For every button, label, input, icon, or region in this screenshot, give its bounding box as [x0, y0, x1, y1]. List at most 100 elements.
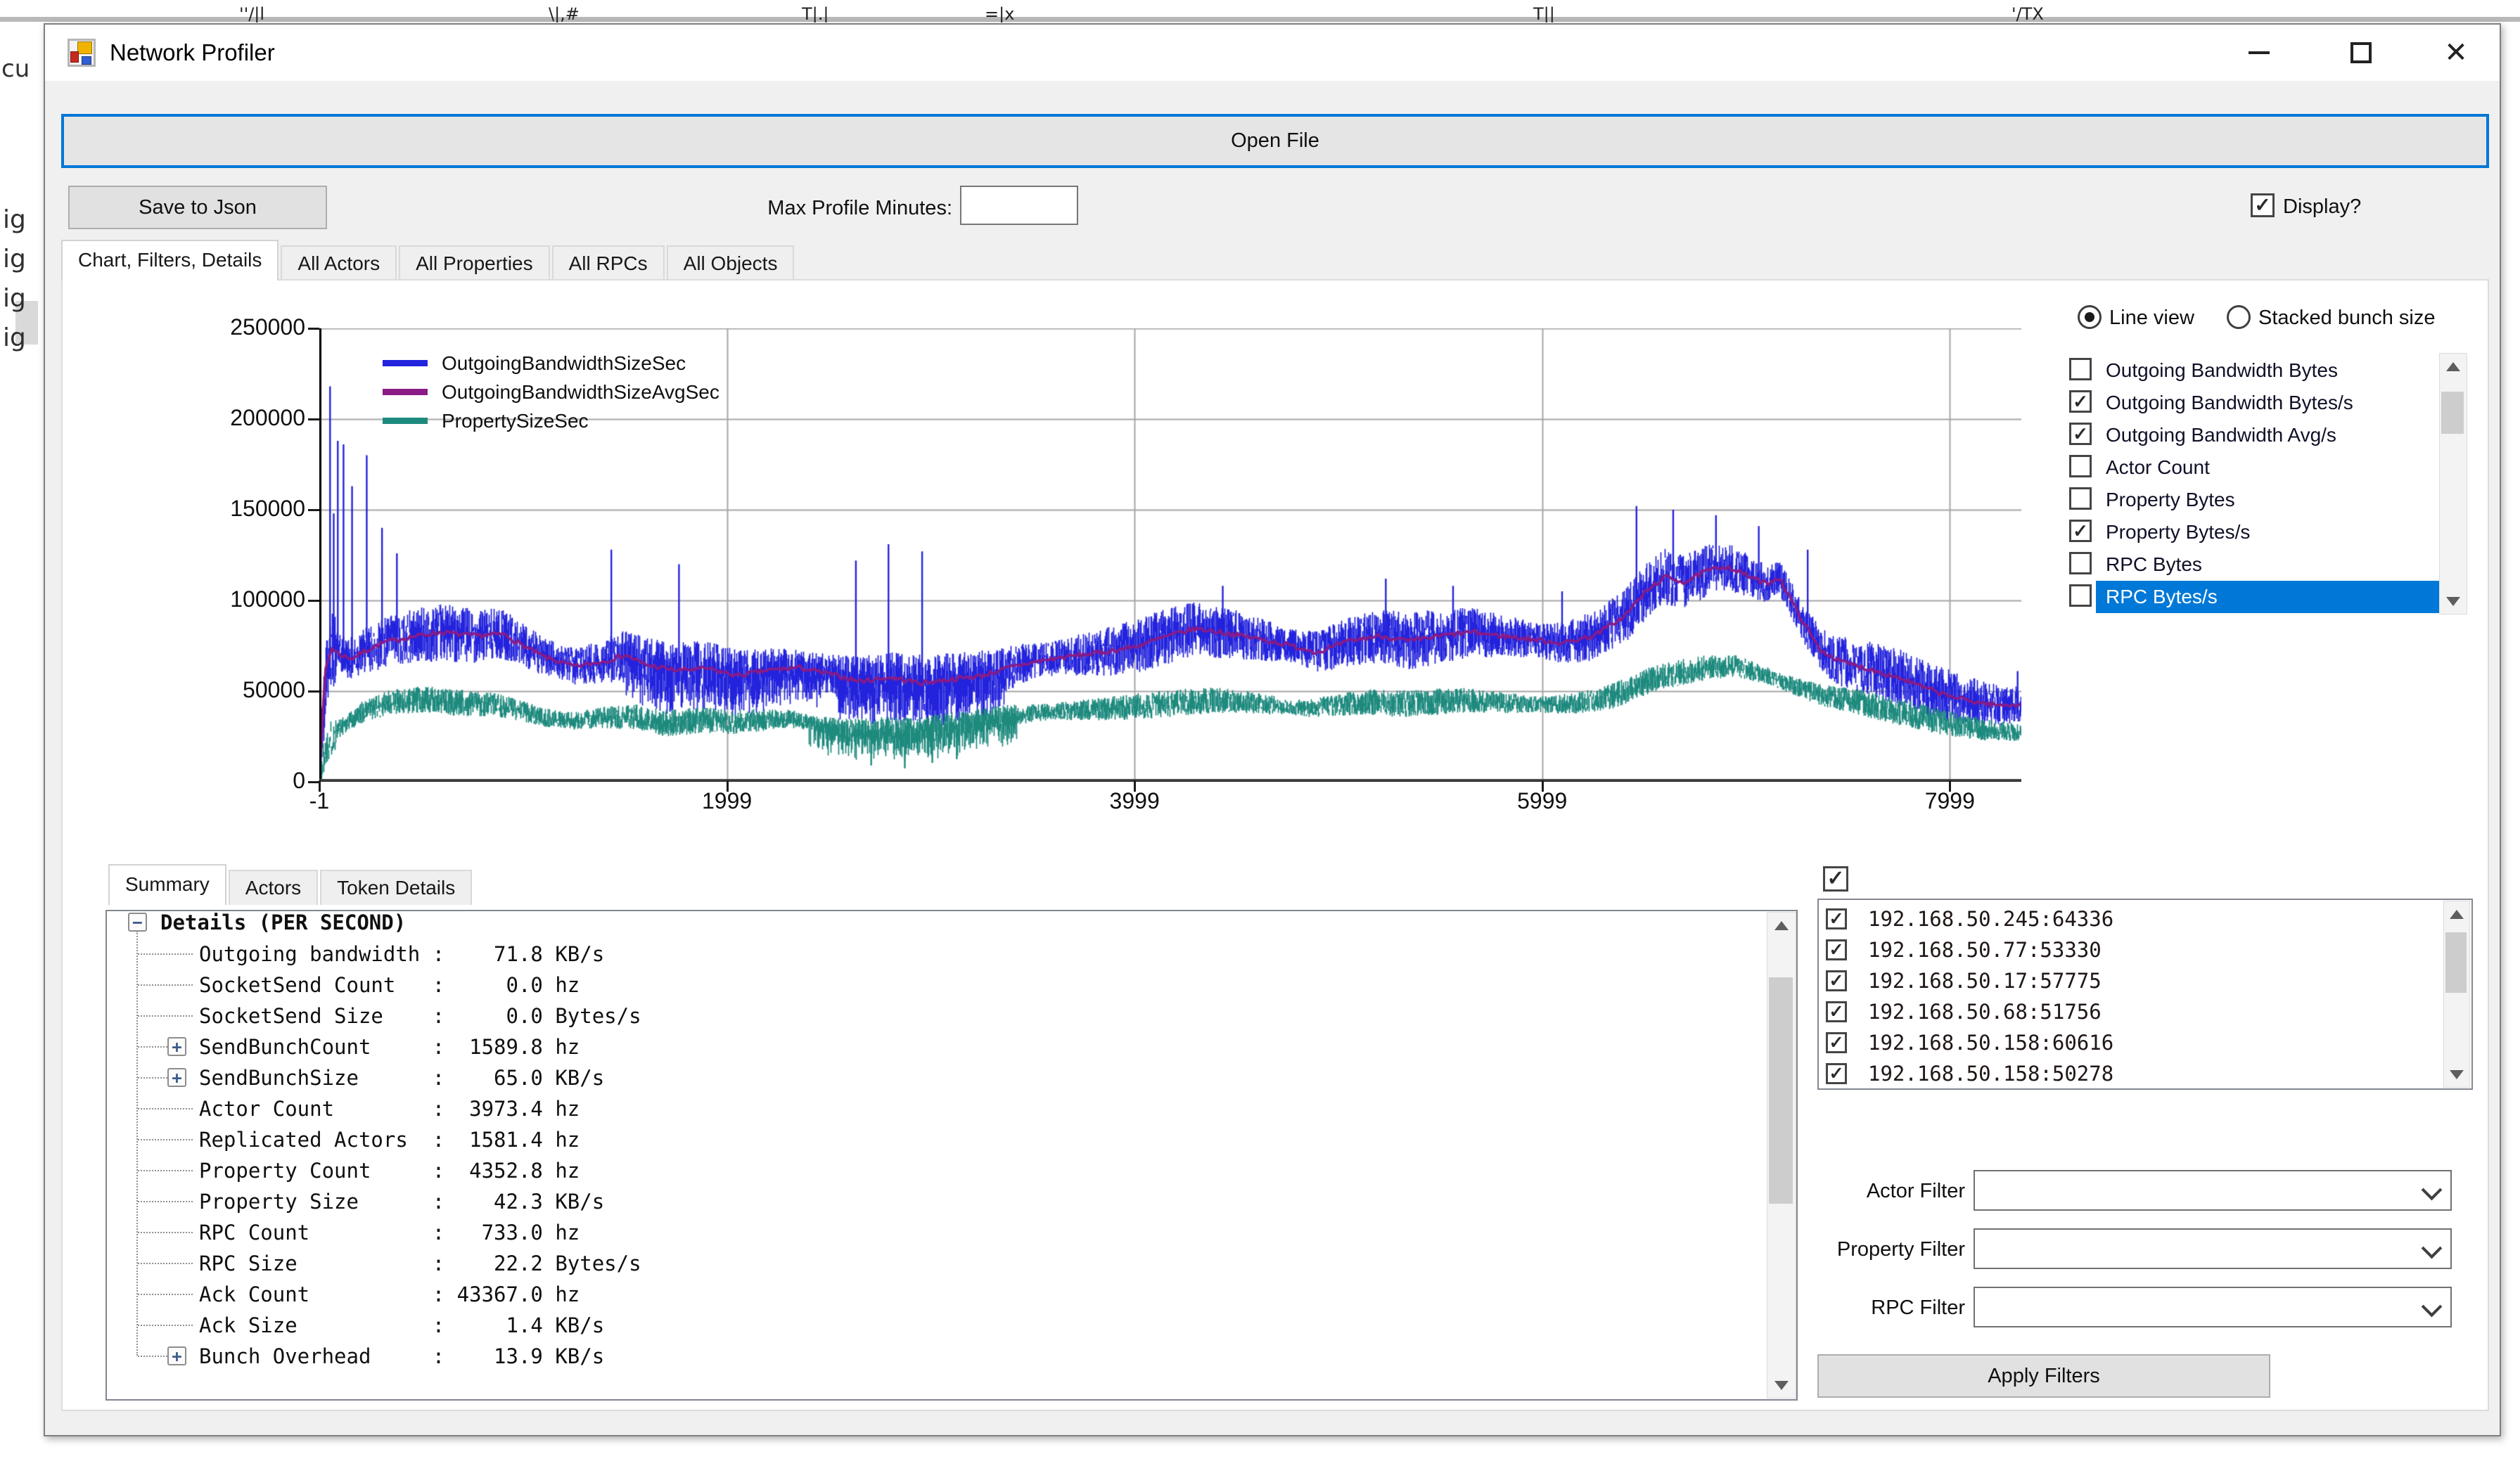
- scroll-down-icon: [2446, 597, 2460, 606]
- scrollbar-thumb[interactable]: [2445, 932, 2467, 993]
- tree-scrollbar[interactable]: [1767, 912, 1796, 1398]
- tab-all-actors[interactable]: All Actors: [281, 245, 397, 281]
- tree-item[interactable]: Outgoing bandwidth : 71.8 KB/s: [199, 944, 604, 965]
- connection-checkbox[interactable]: [1826, 1001, 1847, 1022]
- x-axis-tick-label: 3999: [1075, 788, 1194, 814]
- tree-item[interactable]: Bunch Overhead : 13.9 KB/s: [199, 1346, 604, 1367]
- detail-tab-actors[interactable]: Actors: [229, 870, 318, 905]
- tree-item[interactable]: SendBunchCount : 1589.8 hz: [199, 1036, 580, 1057]
- series-checkbox[interactable]: [2069, 423, 2092, 445]
- tree-item[interactable]: Replicated Actors : 1581.4 hz: [199, 1129, 580, 1150]
- scrollbar-thumb[interactable]: [1769, 977, 1793, 1204]
- background-text-fragment: cu: [1, 55, 30, 83]
- expand-icon[interactable]: +: [167, 1037, 186, 1056]
- y-axis-tick: [308, 600, 319, 602]
- scroll-up-button[interactable]: [2440, 354, 2467, 379]
- expand-icon[interactable]: +: [167, 1346, 186, 1365]
- tree-connector: [138, 1263, 193, 1264]
- x-axis-tick-label: 5999: [1483, 788, 1602, 814]
- maximize-icon: [2350, 42, 2372, 63]
- tree-item[interactable]: Actor Count : 3973.4 hz: [199, 1098, 580, 1119]
- scrollbar-thumb[interactable]: [2441, 392, 2464, 434]
- max-profile-minutes-input[interactable]: [960, 186, 1078, 225]
- y-axis-tick-label: 250000: [165, 314, 305, 340]
- connection-checkbox[interactable]: [1826, 908, 1847, 930]
- max-profile-minutes-label: Max Profile Minutes:: [741, 197, 952, 220]
- series-label[interactable]: Outgoing Bandwidth Bytes/s: [2106, 389, 2353, 417]
- scroll-up-button[interactable]: [2444, 901, 2469, 927]
- maximize-button[interactable]: [2320, 25, 2402, 81]
- legend-entry: OutgoingBandwidthSizeAvgSec: [383, 378, 719, 406]
- radio-line-view[interactable]: [2078, 305, 2102, 329]
- series-label[interactable]: RPC Bytes/s: [2106, 583, 2218, 611]
- filter-combobox-actor[interactable]: [1974, 1170, 2452, 1211]
- scroll-down-button[interactable]: [1767, 1372, 1796, 1398]
- tree-item[interactable]: Ack Count : 43367.0 hz: [199, 1284, 580, 1305]
- apply-filters-button[interactable]: Apply Filters: [1817, 1354, 2270, 1398]
- checklist-scrollbar[interactable]: [2439, 353, 2467, 615]
- connection-address[interactable]: 192.168.50.17:57775: [1868, 969, 2102, 993]
- series-label[interactable]: RPC Bytes: [2106, 551, 2202, 579]
- tree-item[interactable]: SocketSend Count : 0.0 hz: [199, 975, 580, 996]
- display-checkbox[interactable]: [2251, 193, 2275, 217]
- series-label[interactable]: Actor Count: [2106, 454, 2210, 482]
- series-checkbox[interactable]: [2069, 455, 2092, 477]
- connection-checkbox[interactable]: [1826, 1032, 1847, 1053]
- connection-scrollbar[interactable]: [2443, 901, 2470, 1088]
- filter-label-property-filter: Property Filter: [1670, 1238, 1965, 1261]
- connection-address[interactable]: 192.168.50.158:50278: [1868, 1062, 2113, 1086]
- y-axis-tick: [308, 781, 319, 783]
- tab-chart-filters-details[interactable]: Chart, Filters, Details: [61, 240, 279, 281]
- background-text-fragment: T||: [1533, 4, 1555, 22]
- connection-checkbox[interactable]: [1826, 939, 1847, 960]
- radio-stacked-bunch-size[interactable]: [2227, 305, 2251, 329]
- background-text-fragment: =|x: [985, 4, 1014, 22]
- close-button[interactable]: ✕: [2415, 25, 2497, 81]
- tab-all-rpcs[interactable]: All RPCs: [552, 245, 665, 281]
- filter-combobox-rpc[interactable]: [1974, 1287, 2452, 1327]
- y-axis-tick: [308, 328, 319, 330]
- connection-address[interactable]: 192.168.50.68:51756: [1868, 1000, 2102, 1024]
- connection-checkbox[interactable]: [1826, 970, 1847, 991]
- scroll-up-icon: [2450, 910, 2464, 919]
- connection-address[interactable]: 192.168.50.77:53330: [1868, 938, 2102, 962]
- scroll-up-button[interactable]: [1767, 913, 1796, 938]
- tree-root[interactable]: Details (PER SECOND): [160, 912, 406, 933]
- tree-item[interactable]: Property Size : 42.3 KB/s: [199, 1191, 604, 1212]
- tree-item[interactable]: SocketSend Size : 0.0 Bytes/s: [199, 1005, 641, 1027]
- detail-tab-token-details[interactable]: Token Details: [320, 870, 472, 905]
- tree-item[interactable]: Ack Size : 1.4 KB/s: [199, 1315, 604, 1336]
- tree-item[interactable]: RPC Size : 22.2 Bytes/s: [199, 1253, 641, 1274]
- tab-all-properties[interactable]: All Properties: [399, 245, 550, 281]
- connection-address[interactable]: 192.168.50.158:60616: [1868, 1031, 2113, 1055]
- collapse-icon[interactable]: −: [128, 913, 147, 932]
- connection-address[interactable]: 192.168.50.245:64336: [1868, 907, 2113, 931]
- background-text-fragment: \|,#: [549, 4, 580, 22]
- series-checkbox[interactable]: [2069, 487, 2092, 510]
- series-label[interactable]: Outgoing Bandwidth Bytes: [2106, 356, 2338, 385]
- series-checkbox[interactable]: [2069, 390, 2092, 413]
- y-axis-tick: [308, 509, 319, 511]
- minimize-button[interactable]: [2218, 25, 2300, 81]
- open-file-button[interactable]: Open File: [61, 114, 2489, 168]
- detail-tab-summary[interactable]: Summary: [108, 864, 226, 905]
- filter-combobox-property[interactable]: [1974, 1228, 2452, 1269]
- series-checkbox[interactable]: [2069, 358, 2092, 380]
- expand-icon[interactable]: +: [167, 1068, 186, 1087]
- tree-item[interactable]: RPC Count : 733.0 hz: [199, 1222, 580, 1243]
- tree-connector: [138, 1015, 193, 1017]
- series-label[interactable]: Outgoing Bandwidth Avg/s: [2106, 421, 2336, 449]
- series-checkbox[interactable]: [2069, 552, 2092, 574]
- series-label[interactable]: Property Bytes: [2106, 486, 2235, 514]
- save-to-json-button[interactable]: Save to Json: [68, 186, 327, 229]
- series-checkbox[interactable]: [2069, 520, 2092, 542]
- tree-item[interactable]: SendBunchSize : 65.0 KB/s: [199, 1067, 604, 1088]
- scroll-down-button[interactable]: [2444, 1062, 2469, 1087]
- series-label[interactable]: Property Bytes/s: [2106, 518, 2250, 546]
- connection-checkbox[interactable]: [1826, 1063, 1847, 1084]
- series-checkbox[interactable]: [2069, 584, 2092, 607]
- scroll-down-button[interactable]: [2440, 588, 2467, 614]
- tab-all-objects[interactable]: All Objects: [667, 245, 795, 281]
- tree-item[interactable]: Property Count : 4352.8 hz: [199, 1160, 580, 1181]
- connections-master-checkbox[interactable]: [1823, 866, 1848, 892]
